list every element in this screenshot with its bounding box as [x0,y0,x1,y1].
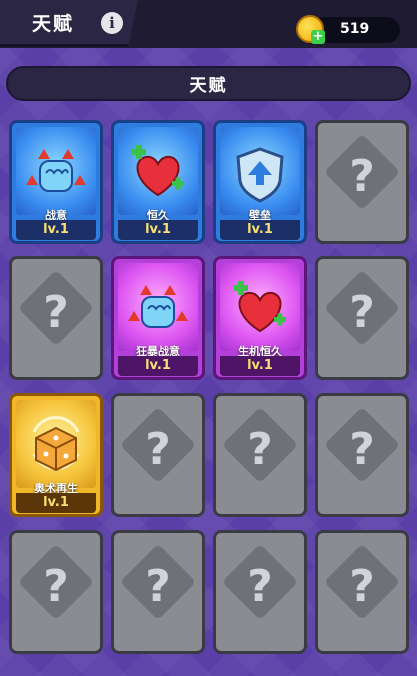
question-mark-icon: ? [349,424,375,475]
talent-level: lv.1 [16,493,96,513]
question-mark-icon: ? [145,561,171,612]
locked-card[interactable]: ? [9,256,103,380]
locked-card[interactable]: ? [9,530,103,654]
talent-level: lv.1 [220,356,300,376]
heart-icon [234,281,286,333]
talent-card-hengjiu[interactable]: 恒久 lv.1 [111,120,205,244]
question-mark-icon: ? [43,287,69,338]
add-coins-button[interactable]: + [311,30,325,44]
section-title: 天赋 [189,76,228,96]
question-mark-icon: ? [145,424,171,475]
locked-card[interactable]: ? [315,530,409,654]
talent-card-kuangbao-zhanyi[interactable]: 狂暴战意 lv.1 [111,256,205,380]
locked-card[interactable]: ? [315,256,409,380]
talent-card-zhanyi[interactable]: 战意 lv.1 [9,120,103,244]
talent-level: lv.1 [220,220,300,240]
question-mark-icon: ? [43,561,69,612]
question-mark-icon: ? [349,287,375,338]
talent-card-bilei[interactable]: 壁垒 lv.1 [213,120,307,244]
talent-level: lv.1 [118,220,198,240]
talent-level: lv.1 [118,356,198,376]
info-icon[interactable]: i [101,12,123,34]
talent-card-shengji-hengjiu[interactable]: 生机恒久 lv.1 [213,256,307,380]
locked-card[interactable]: ? [111,530,205,654]
fist-icon [128,285,188,328]
talent-level: lv.1 [16,220,96,240]
coin-value: 519 [340,21,370,37]
talent-card-aoshu-zaisheng[interactable]: 奥术再生 lv.1 [9,393,103,517]
heart-icon [132,145,184,197]
locked-card[interactable]: ? [213,393,307,517]
question-mark-icon: ? [349,561,375,612]
fist-icon [26,149,86,192]
locked-card[interactable]: ? [213,530,307,654]
shield-icon [236,147,284,203]
question-mark-icon: ? [247,561,273,612]
dice-icon [32,416,80,472]
locked-card[interactable]: ? [111,393,205,517]
page-title: 天赋 [32,13,75,35]
question-mark-icon: ? [349,151,375,202]
locked-card[interactable]: ? [315,120,409,244]
locked-card[interactable]: ? [315,393,409,517]
question-mark-icon: ? [247,424,273,475]
